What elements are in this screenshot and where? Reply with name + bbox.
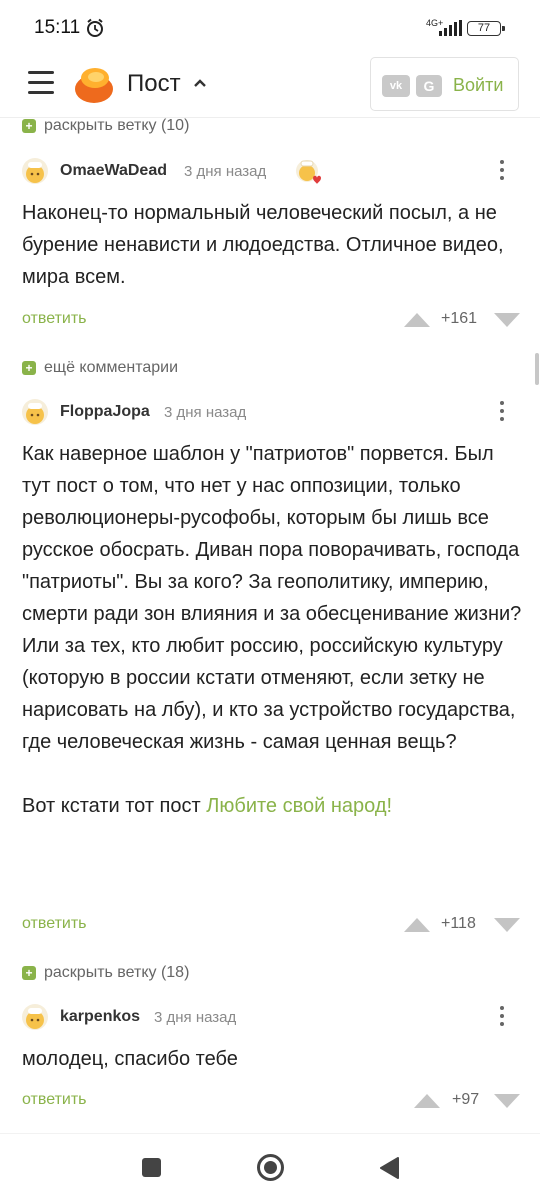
status-bar: 15:11 4G+ 77 xyxy=(0,0,540,52)
vote-down-icon[interactable] xyxy=(494,313,520,327)
username[interactable]: karpenkos xyxy=(60,1008,140,1026)
username[interactable]: OmaeWaDead xyxy=(60,162,167,180)
scrollbar-thumb[interactable] xyxy=(535,353,539,385)
more-comments-label: ещё комментарии xyxy=(44,359,179,376)
recents-icon[interactable] xyxy=(142,1158,161,1177)
more-options-icon[interactable] xyxy=(496,1006,508,1030)
login-button[interactable]: Войти xyxy=(453,75,503,96)
page-title: Пост xyxy=(127,70,181,97)
comment-time: 3 дня назад xyxy=(154,1009,237,1026)
plus-icon: + xyxy=(22,966,36,980)
menu-icon[interactable] xyxy=(28,71,54,95)
vote-down-icon[interactable] xyxy=(494,918,520,932)
comment-header: FloppaJopa 3 дня назад xyxy=(22,399,522,427)
reply-button[interactable]: ответить xyxy=(22,310,87,328)
google-icon[interactable]: G xyxy=(416,75,442,97)
more-comments-button[interactable]: + ещё комментарии xyxy=(22,359,178,377)
rating: +118 xyxy=(441,915,476,932)
comment-time: 3 дня назад xyxy=(184,163,267,180)
vote-up-icon[interactable] xyxy=(404,918,430,932)
chevron-up-icon[interactable] xyxy=(193,78,207,88)
plus-icon: + xyxy=(22,119,36,133)
post-link[interactable]: Любите свой народ! xyxy=(206,795,392,817)
reply-button[interactable]: ответить xyxy=(22,915,87,933)
vote-widget: +118 xyxy=(404,915,522,935)
vote-up-icon[interactable] xyxy=(404,313,430,327)
comment-text: Как наверное шаблон у "патриотов" порвет… xyxy=(22,438,522,822)
more-options-icon[interactable] xyxy=(496,401,508,425)
plus-icon: + xyxy=(22,361,36,375)
comment-text: Наконец-то нормальный человеческий посыл… xyxy=(22,197,522,293)
rating: +161 xyxy=(441,310,478,327)
back-icon[interactable] xyxy=(378,1156,400,1180)
alarm-icon xyxy=(87,18,103,37)
comment-paragraph-link-line: Вот кстати тот пост Любите свой народ! xyxy=(22,790,522,822)
rating: +97 xyxy=(452,1091,480,1108)
expand-thread-button[interactable]: + раскрыть ветку (10) xyxy=(22,118,189,135)
login-box[interactable]: vk G Войти xyxy=(370,57,519,111)
comment-header: karpenkos 3 дня назад xyxy=(22,1004,522,1032)
more-options-icon[interactable] xyxy=(496,160,508,184)
comments-feed[interactable]: + раскрыть ветку (10) OmaeWaDead 3 дня н… xyxy=(0,118,540,1133)
status-time: 15:11 xyxy=(34,17,81,38)
vote-widget: +97 xyxy=(414,1091,522,1111)
comment-time: 3 дня назад xyxy=(164,404,247,421)
avatar[interactable] xyxy=(22,1004,48,1030)
avatar[interactable] xyxy=(22,399,48,425)
reply-button[interactable]: ответить xyxy=(22,1091,87,1109)
vk-icon[interactable]: vk xyxy=(382,75,410,97)
vote-widget: +161 xyxy=(404,310,522,330)
expand-thread-label: раскрыть ветку (10) xyxy=(44,118,190,134)
comment-header: OmaeWaDead 3 дня назад xyxy=(22,158,522,186)
comment-link-prefix: Вот кстати тот пост xyxy=(22,795,207,817)
comment-paragraph: Наконец-то нормальный человеческий посыл… xyxy=(22,202,504,288)
avatar[interactable] xyxy=(22,158,48,184)
vote-up-icon[interactable] xyxy=(414,1094,440,1108)
heart-badge-icon xyxy=(296,160,321,184)
battery-icon: 77 xyxy=(467,21,505,36)
expand-thread-label: раскрыть ветку (18) xyxy=(44,964,190,981)
signal-icon xyxy=(439,20,462,36)
comment-text: молодец, спасибо тебе xyxy=(22,1043,522,1075)
logo-icon[interactable] xyxy=(73,63,115,105)
app-header: Пост vk G Войти xyxy=(0,52,540,118)
expand-thread-button[interactable]: + раскрыть ветку (18) xyxy=(22,964,189,982)
system-nav-bar xyxy=(0,1133,540,1200)
vote-down-icon[interactable] xyxy=(494,1094,520,1108)
comment-paragraph: Как наверное шаблон у "патриотов" порвет… xyxy=(22,443,522,753)
home-icon[interactable] xyxy=(257,1154,284,1181)
username[interactable]: FloppaJopa xyxy=(60,403,150,421)
comment-paragraph: молодец, спасибо тебе xyxy=(22,1048,238,1070)
